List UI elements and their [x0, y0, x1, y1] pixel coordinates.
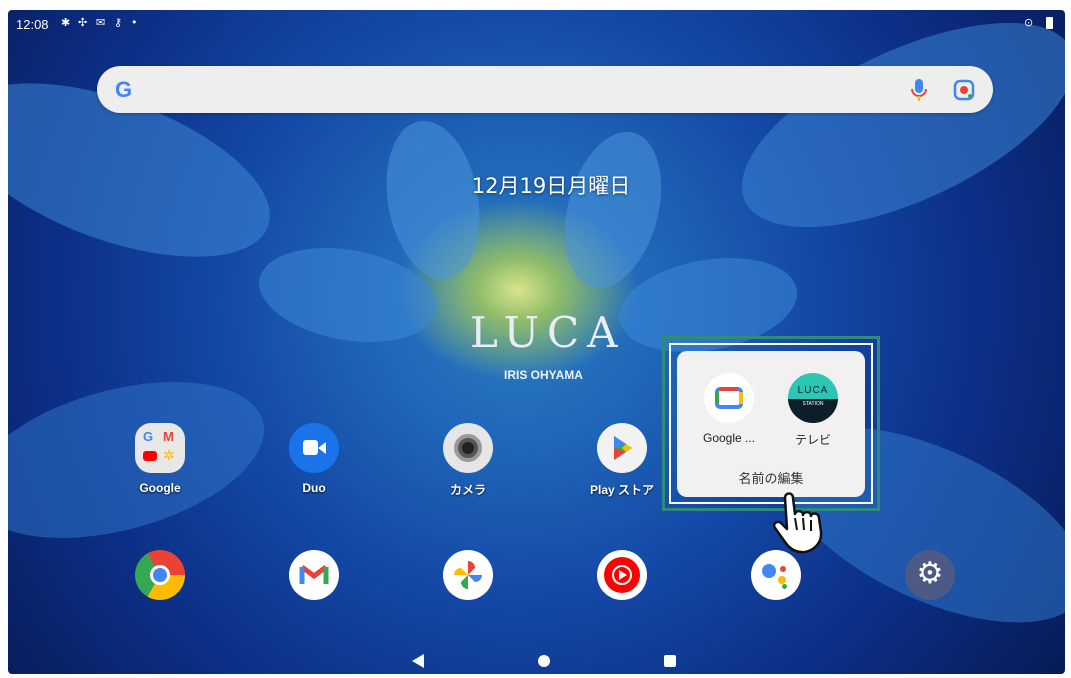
hand-pointer-icon: [772, 492, 823, 554]
dot-icon: •: [131, 16, 138, 29]
settings-app[interactable]: ⚙: [885, 550, 975, 600]
folder-item-label: Google ...: [702, 431, 756, 445]
gmail-icon: ✉: [96, 16, 106, 29]
wallpaper-petal: [713, 10, 1065, 270]
luca-badge-top: LUCA: [797, 385, 829, 396]
app-label: Google: [139, 481, 181, 495]
location-icon: ⊙: [1024, 16, 1034, 29]
chrome-icon: [135, 550, 185, 600]
photos-app[interactable]: [423, 550, 513, 600]
gear-icon: ⚙: [905, 550, 955, 600]
gmail-app[interactable]: [269, 550, 359, 600]
app-label: Play ストア: [589, 483, 655, 497]
status-bar: 12:08 ✱ ✣ ✉ ⚷ • ⊙: [8, 10, 1065, 38]
chrome-app[interactable]: [115, 550, 205, 600]
play-store-icon: [597, 423, 647, 473]
lens-icon[interactable]: [953, 79, 975, 101]
camera-app[interactable]: カメラ: [423, 423, 513, 498]
date-widget[interactable]: 12月19日月曜日: [8, 170, 1065, 200]
status-time: 12:08: [16, 17, 49, 32]
wallpaper-petal: [548, 121, 678, 299]
wallpaper-brand: LUCA: [470, 308, 626, 357]
play-store-app[interactable]: Play ストア: [577, 423, 667, 498]
youtube-music-icon: [597, 550, 647, 600]
app-label: カメラ: [449, 483, 486, 497]
google-folder[interactable]: G M ✲ Google: [115, 423, 205, 495]
luca-station-icon: LUCA STATION: [788, 373, 838, 423]
folder-popup: Google ... LUCA STATION テレビ 名前の編集: [677, 351, 865, 497]
back-button[interactable]: [412, 654, 424, 668]
camera-icon: [443, 423, 493, 473]
folder-item-google-tv[interactable]: Google ...: [689, 373, 769, 445]
folder-item-luca-tv[interactable]: LUCA STATION テレビ: [773, 373, 853, 448]
recents-button[interactable]: [664, 655, 676, 667]
navigation-bar: [8, 646, 1065, 674]
wallpaper-brand-sub: IRIS OHYAMA: [504, 368, 583, 382]
photos-icon: [443, 550, 493, 600]
google-logo-icon: G: [115, 77, 133, 102]
search-bar[interactable]: G: [97, 66, 993, 113]
duo-icon: [289, 423, 339, 473]
gear-icon: ✱: [61, 16, 71, 29]
luca-badge-bottom: STATION: [802, 401, 824, 407]
key-icon: ⚷: [114, 16, 123, 29]
google-folder-icon: G M ✲: [135, 423, 185, 473]
youtube-music-app[interactable]: [577, 550, 667, 600]
folder-item-label: テレビ: [794, 433, 831, 447]
usb-debug-icon: ✣: [78, 16, 88, 29]
google-tv-icon: [704, 373, 754, 423]
app-label: Duo: [302, 481, 326, 495]
home-button[interactable]: [538, 655, 550, 667]
home-screen: 12:08 ✱ ✣ ✉ ⚷ • ⊙ G 12月19日月曜日 LUCA IRIS …: [8, 10, 1065, 674]
duo-app[interactable]: Duo: [269, 423, 359, 495]
mic-icon[interactable]: [909, 78, 929, 102]
battery-icon: [1046, 17, 1053, 29]
gmail-icon: [289, 550, 339, 600]
